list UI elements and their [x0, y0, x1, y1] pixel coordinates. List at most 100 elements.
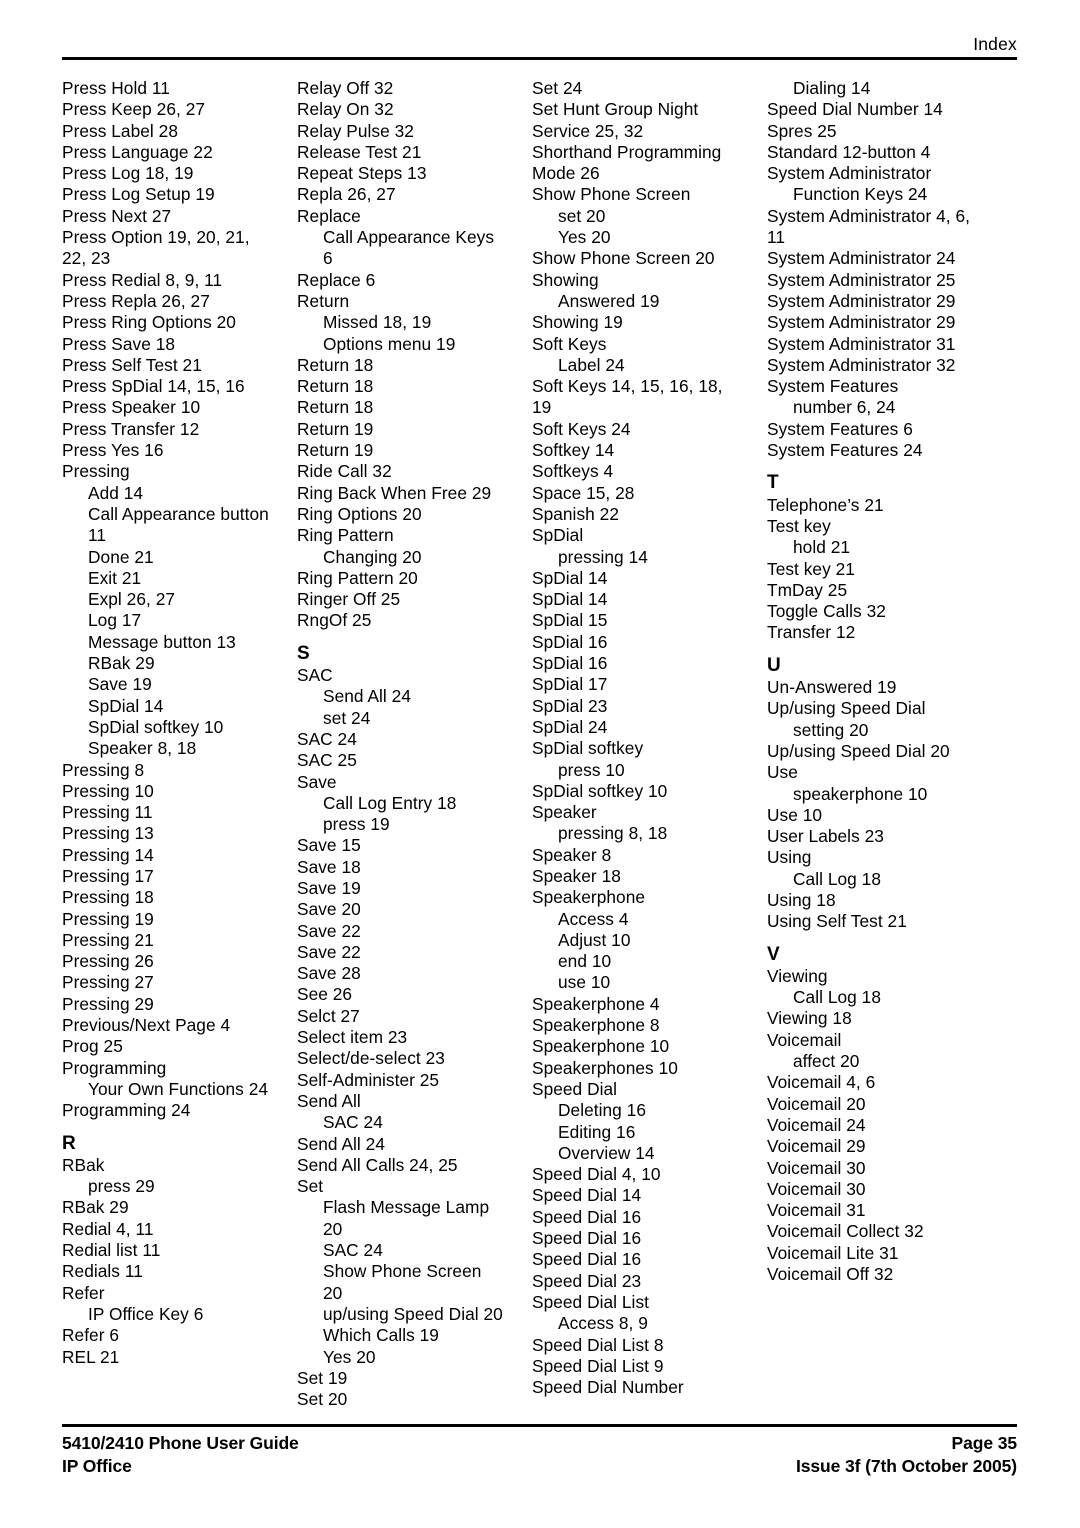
index-entry: Replace — [297, 205, 361, 226]
index-entry: See 26 — [297, 984, 353, 1005]
index-entry: Return — [297, 290, 350, 311]
index-entry: Return 18 — [297, 397, 374, 418]
index-entry: Use 10 — [767, 804, 823, 825]
index-entry: SpDial softkey 10 — [532, 780, 668, 801]
index-entry: Ride Call 32 — [297, 461, 392, 482]
index-entry: Press Redial 8, 9, 11 — [62, 269, 223, 290]
index-entry: Save 19 — [297, 877, 361, 898]
index-entry: Voicemail 29 — [767, 1136, 866, 1157]
index-entry: Speakerphone — [532, 887, 646, 908]
footer-product-name: IP Office — [62, 1456, 132, 1476]
index-entry: Speaker 8 — [532, 844, 612, 865]
index-entry: Speakerphone 4 — [532, 993, 660, 1014]
index-subentry: Call Log 18 — [793, 868, 881, 889]
index-letter-heading: T — [767, 472, 779, 494]
header-divider — [62, 57, 1017, 60]
index-subentry: Deleting 16 — [558, 1100, 646, 1121]
index-subentry: Missed 18, 19 — [323, 312, 432, 333]
index-entry: Voicemail 30 — [767, 1178, 866, 1199]
index-entry: Ring Pattern 20 — [297, 567, 418, 588]
index-subentry: RBak 29 — [88, 653, 155, 674]
index-entry: Voicemail Lite 31 — [767, 1242, 899, 1263]
footer-page-number: Page 35 — [951, 1433, 1018, 1453]
index-entry: Return 18 — [297, 354, 374, 375]
index-entry: Showing 19 — [532, 312, 623, 333]
index-entry: Viewing — [767, 965, 828, 986]
index-entry: SpDial 16 — [532, 653, 608, 674]
index-entry: Voicemail 31 — [767, 1200, 866, 1221]
index-entry: SpDial 23 — [532, 695, 608, 716]
index-entry: Speaker — [532, 802, 597, 823]
page-header: Index — [62, 34, 1017, 60]
index-entry: Toggle Calls 32 — [767, 601, 886, 622]
index-entry: Pressing 8 — [62, 759, 145, 780]
index-entry: Pressing 18 — [62, 887, 154, 908]
index-entry: Speed Dial List — [532, 1291, 649, 1312]
index-entry: Programming — [62, 1057, 167, 1078]
index-entry: Spres 25 — [767, 120, 837, 141]
index-entry: Relay On 32 — [297, 99, 394, 120]
index-entry: Set 20 — [297, 1389, 348, 1410]
index-subentry: SAC 24 — [323, 1240, 383, 1261]
index-entry: Save — [297, 771, 337, 792]
index-entry: SpDial softkey — [532, 738, 644, 759]
index-entry: Using — [767, 847, 812, 868]
index-subentry: Access 8, 9 — [558, 1313, 648, 1334]
index-entry: Set — [297, 1176, 324, 1197]
index-entry: Press Save 18 — [62, 333, 176, 354]
index-entry: Showing — [532, 269, 599, 290]
index-column-4: Dialing 14 Speed Dial Number 14 Spres 25 St… — [767, 78, 974, 1285]
index-entry: Speed Dial 23 — [532, 1270, 642, 1291]
index-subentry: Changing 20 — [323, 546, 422, 567]
index-entry: Speed Dial 16 — [532, 1228, 642, 1249]
footer-issue-date: Issue 3f (7th October 2005) — [796, 1456, 1017, 1476]
index-entry: Press Ring Options 20 — [62, 312, 236, 333]
index-subentry: pressing 8, 18 — [558, 823, 668, 844]
index-entry: RngOf 25 — [297, 610, 372, 631]
index-entry: Save 15 — [297, 835, 361, 856]
index-entry: Show Phone Screen 20 — [532, 248, 715, 269]
index-subentry: speakerphone 10 — [793, 783, 928, 804]
index-subentry: end 10 — [558, 951, 612, 972]
index-entry: Press Hold 11 — [62, 78, 170, 98]
index-entry: Pressing 14 — [62, 844, 154, 865]
index-entry: Speed Dial Number 14 — [767, 99, 943, 120]
index-column-3: Set 24 Set Hunt Group Night Service 25, 3… — [532, 78, 739, 1398]
index-subentry: Flash Message Lamp 20 — [323, 1197, 494, 1239]
index-subentry: Function Keys 24 — [793, 184, 928, 205]
index-entry: System Administrator — [767, 163, 932, 184]
index-entry: Selct 27 — [297, 1005, 360, 1026]
index-subentry: up/using Speed Dial 20 — [323, 1303, 503, 1324]
index-entry: Voicemail 4, 6 — [767, 1072, 876, 1093]
index-entry: Press Language 22 — [62, 141, 213, 162]
index-entry: System Administrator 4, 6, 11 — [767, 205, 975, 248]
index-subentry: Save 19 — [88, 674, 152, 695]
index-entry: RBak — [62, 1154, 105, 1175]
index-entry: Speed Dial 16 — [532, 1249, 642, 1270]
index-subentry: Answered 19 — [558, 290, 660, 311]
index-entry: Soft Keys — [532, 333, 607, 354]
index-entry: Pressing 21 — [62, 929, 154, 950]
index-entry: System Administrator 31 — [767, 333, 956, 354]
index-subentry: Label 24 — [558, 354, 625, 375]
index-subentry: SAC 24 — [323, 1112, 383, 1133]
index-subentry: Add 14 — [88, 482, 144, 503]
index-letter-heading: R — [62, 1132, 76, 1154]
index-entry: Voicemail — [767, 1029, 842, 1050]
index-subentry: Yes 20 — [558, 227, 611, 248]
index-entry: Pressing 19 — [62, 908, 154, 929]
index-entry: Press Log 18, 19 — [62, 163, 194, 184]
index-entry: Speed Dial 4, 10 — [532, 1164, 661, 1185]
index-column-2: Relay Off 32 Relay On 32 Relay Pulse 32 Rel… — [297, 78, 504, 1410]
index-entry: Send All — [297, 1090, 361, 1111]
index-subentry: SpDial softkey 10 — [88, 716, 224, 737]
index-entry: Programming 24 — [62, 1100, 191, 1121]
index-entry: SpDial — [532, 525, 584, 546]
index-entry: Telephone’s 21 — [767, 494, 884, 515]
footer-row-2: IP Office Issue 3f (7th October 2005) — [62, 1455, 1017, 1478]
index-entry: Save 22 — [297, 941, 361, 962]
index-entry: Refer 6 — [62, 1325, 120, 1346]
index-entry: Spanish 22 — [532, 503, 619, 524]
index-entry: Refer — [62, 1282, 105, 1303]
index-subentry: Call Appearance button 11 — [88, 503, 274, 546]
